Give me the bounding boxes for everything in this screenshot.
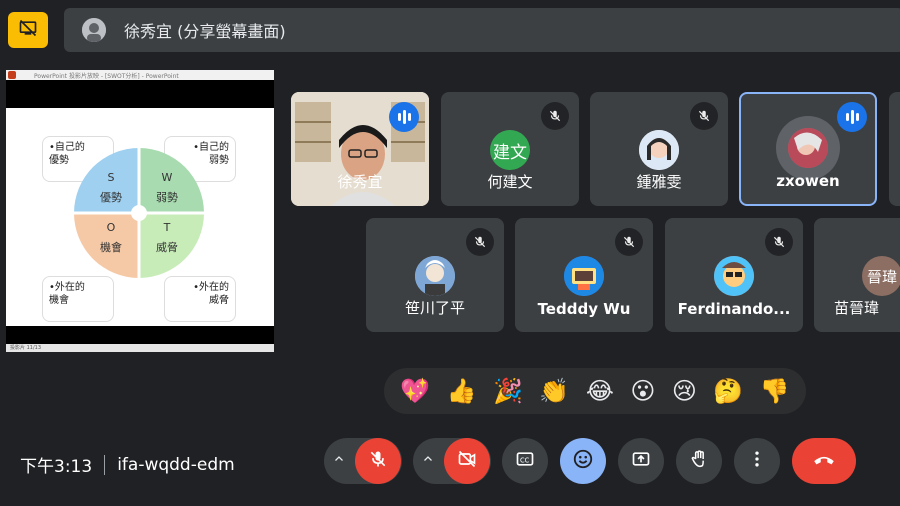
reaction-thumbs-up[interactable]: 👍 (447, 376, 477, 406)
top-bar: 徐秀宜 (分享螢幕畫面) (0, 0, 900, 60)
slide-canvas: •自己的 優勢 •自己的 弱勢 •外在的 機會 •外在的 威脅 S 優勢 W 弱… (6, 108, 274, 326)
participant-avatar (415, 256, 455, 296)
clock-time: 下午3:13 (20, 457, 93, 477)
participant-avatar (639, 130, 679, 170)
mic-off-icon (466, 228, 494, 256)
presenter-avatar (82, 18, 106, 42)
participant-name: zxowen (776, 172, 840, 190)
mic-toggle-button[interactable] (355, 438, 401, 484)
participant-avatar (714, 256, 754, 296)
presenter-banner: 徐秀宜 (分享螢幕畫面) (64, 8, 900, 52)
mic-off-icon (765, 228, 793, 256)
slide-window-titlebar: PowerPoint 投影片放映 - [SWOT分析] - PowerPoint (6, 70, 274, 80)
leave-call-button[interactable] (792, 438, 856, 484)
chevron-up-icon (333, 453, 345, 469)
chevron-up-icon (422, 453, 434, 469)
participant-avatar (564, 256, 604, 296)
meeting-info: 下午3:13 ifa-wqdd-edm (20, 452, 235, 477)
mic-off-icon (615, 228, 643, 256)
participant-tile-overflow[interactable] (889, 92, 900, 206)
camera-options-button[interactable] (413, 438, 443, 484)
smiley-icon (572, 448, 594, 474)
participant-name: Tedddy Wu (537, 300, 631, 318)
quadrant-s: S 優勢 (100, 171, 122, 204)
reaction-sparkling-heart[interactable]: 💖 (400, 376, 430, 406)
call-end-icon (811, 446, 837, 476)
present-off-icon (18, 18, 38, 42)
swot-circle: S 優勢 W 弱勢 O 機會 T 威脅 (72, 146, 206, 280)
participant-tile[interactable]: Tedddy Wu (515, 218, 653, 332)
participant-tile[interactable]: 鍾雅雯 (590, 92, 728, 206)
quadrant-w: W 弱勢 (156, 171, 178, 204)
raise-hand-button[interactable] (676, 438, 722, 484)
quadrant-t: T 威脅 (156, 221, 178, 254)
closed-captions-icon: CC (515, 449, 535, 473)
reaction-clapping[interactable]: 👏 (539, 376, 569, 406)
present-screen-button[interactable] (618, 438, 664, 484)
hand-icon (689, 449, 709, 473)
participant-name: 徐秀宜 (337, 173, 383, 191)
participant-avatar: 建文 (490, 130, 530, 170)
reaction-crying[interactable]: 😢 (672, 376, 697, 406)
meeting-code: ifa-wqdd-edm (117, 454, 235, 475)
camera-off-icon (457, 449, 477, 473)
participant-tile-video[interactable]: 徐秀宜 (291, 92, 429, 206)
participant-avatar: 晉瑋 (862, 256, 900, 296)
reaction-tears-of-joy[interactable]: 😂 (586, 376, 614, 406)
participant-name: Ferdinando... (677, 300, 791, 318)
mic-off-icon (541, 102, 569, 130)
participant-name: 苗晉瑋 (834, 299, 880, 317)
slide-window-title: PowerPoint 投影片放映 - [SWOT分析] - PowerPoint (34, 72, 179, 80)
reactions-bar: 💖 👍 🎉 👏 😂 😮 😢 🤔 👎 (384, 368, 806, 414)
mic-off-icon (368, 449, 388, 473)
camera-toggle-button[interactable] (444, 438, 490, 484)
speaking-indicator-icon (389, 102, 419, 132)
presenter-label: 徐秀宜 (分享螢幕畫面) (124, 22, 286, 41)
reactions-button[interactable] (560, 438, 606, 484)
mic-off-icon (690, 102, 718, 130)
participant-name: 鍾雅雯 (636, 173, 682, 191)
participant-name: 何建文 (487, 173, 533, 191)
participant-tile[interactable]: 笹川了平 (366, 218, 504, 332)
slide-statusbar: 投影片 11/13 (6, 344, 274, 352)
shared-screen[interactable]: PowerPoint 投影片放映 - [SWOT分析] - PowerPoint… (6, 70, 274, 352)
participant-tile[interactable]: Ferdinando... (665, 218, 803, 332)
more-vert-icon (747, 449, 767, 473)
reaction-party-popper[interactable]: 🎉 (493, 376, 523, 406)
participant-avatar (788, 128, 828, 168)
participant-tile[interactable]: 建文 何建文 (441, 92, 579, 206)
powerpoint-icon (8, 71, 16, 79)
svg-text:CC: CC (520, 456, 530, 464)
divider (104, 454, 106, 475)
participant-name: 笹川了平 (404, 299, 465, 317)
swot-box-opportunities: •外在的 機會 (42, 276, 114, 322)
reaction-thinking[interactable]: 🤔 (713, 376, 743, 406)
reaction-thumbs-down[interactable]: 👎 (760, 376, 790, 406)
reaction-surprised[interactable]: 😮 (630, 376, 655, 406)
present-to-all-icon (631, 449, 651, 473)
more-options-button[interactable] (734, 438, 780, 484)
captions-button[interactable]: CC (502, 438, 548, 484)
swot-box-threats: •外在的 威脅 (164, 276, 236, 322)
quadrant-o: O 機會 (100, 221, 122, 254)
mic-options-button[interactable] (324, 438, 354, 484)
stop-presenting-button[interactable] (8, 12, 48, 48)
speaking-indicator-icon (837, 102, 867, 132)
slide-status-text: 投影片 11/13 (10, 345, 41, 351)
participant-tile[interactable]: 晉瑋 苗晉瑋 (814, 218, 900, 332)
participant-tile-active[interactable]: zxowen (739, 92, 877, 206)
